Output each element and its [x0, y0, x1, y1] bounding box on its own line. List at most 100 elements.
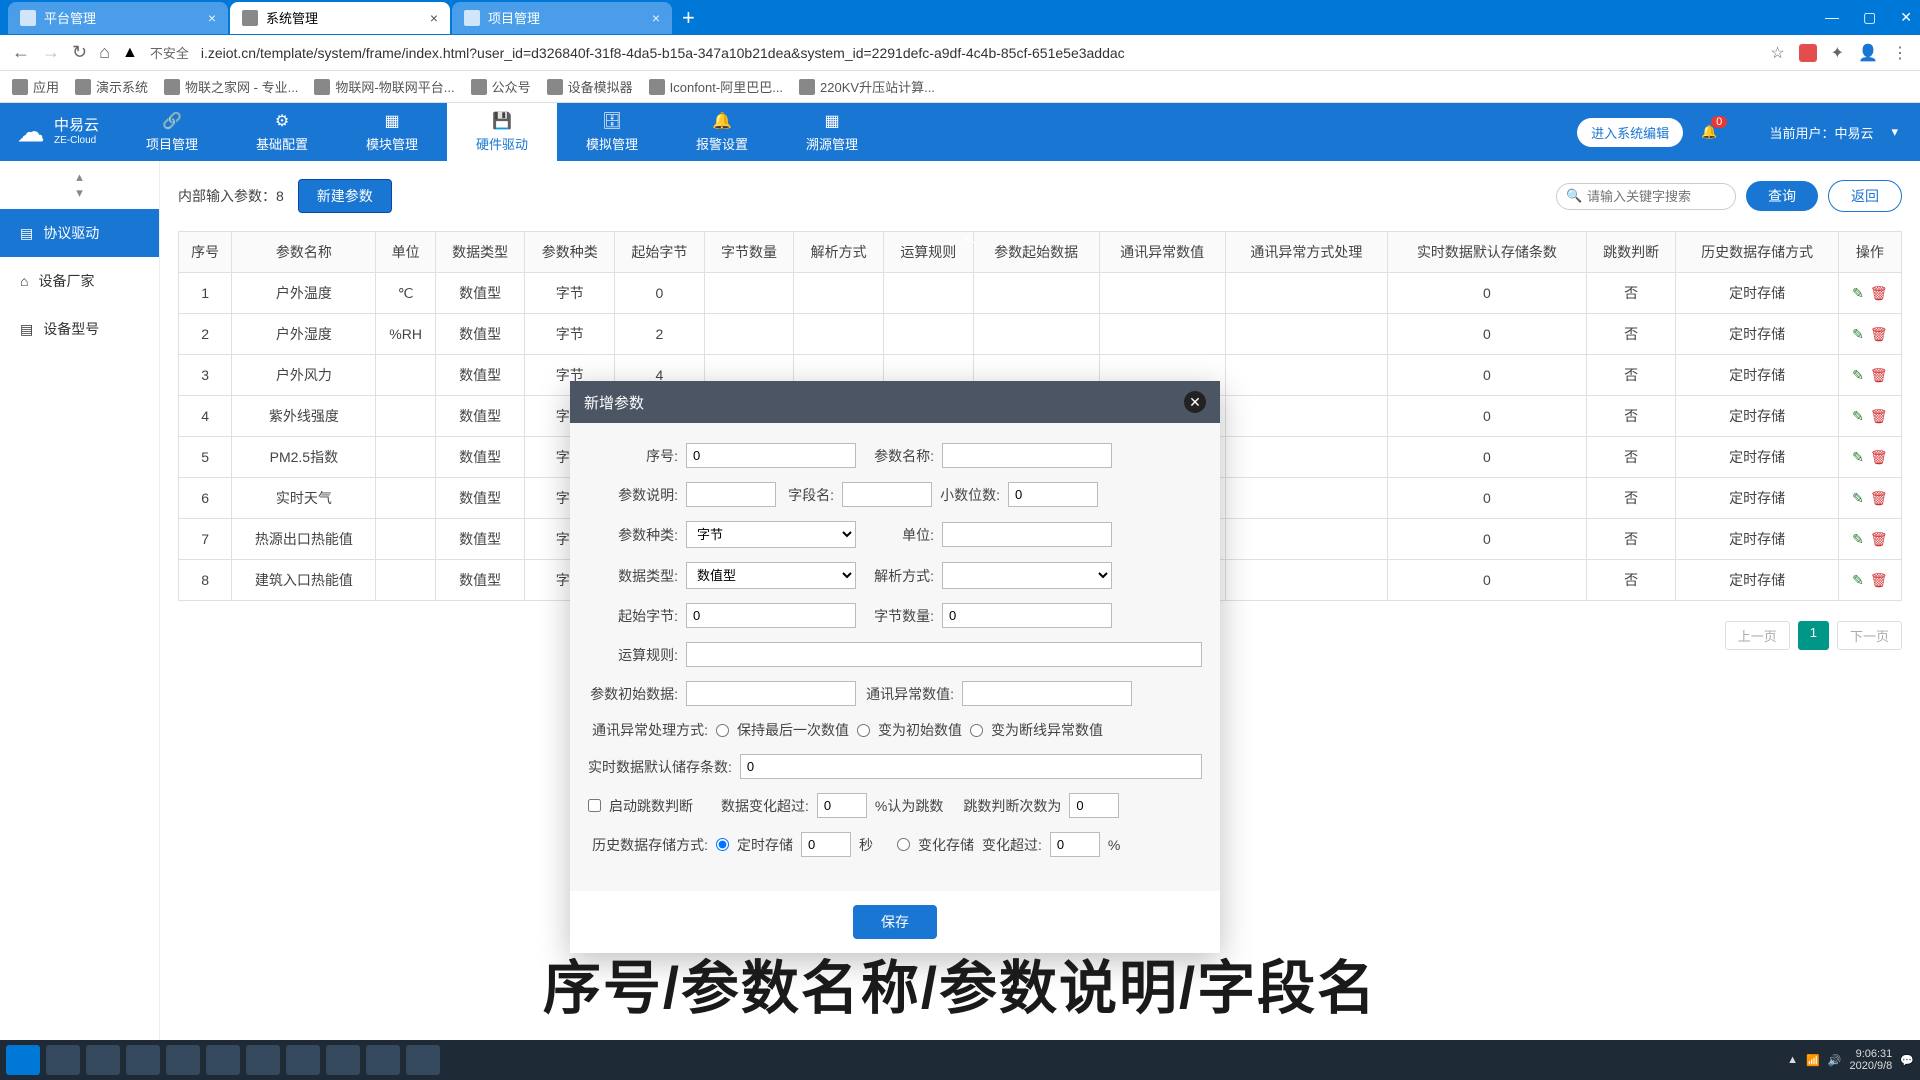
- bookmark-item[interactable]: 演示系统: [75, 77, 148, 96]
- next-page-button[interactable]: 下一页: [1837, 621, 1902, 650]
- taskbar-icon[interactable]: [246, 1045, 280, 1075]
- clock[interactable]: 9:06:312020/9/8: [1849, 1048, 1892, 1072]
- seq-input[interactable]: [686, 443, 856, 468]
- bookmark-apps[interactable]: 应用: [12, 77, 59, 96]
- bookmark-item[interactable]: 220KV升压站计算...: [799, 77, 935, 96]
- tray-icon[interactable]: 📶: [1806, 1054, 1820, 1067]
- rule-input[interactable]: [686, 642, 1202, 667]
- edit-icon[interactable]: ✎: [1852, 490, 1864, 506]
- nav-item-0[interactable]: 🔗项目管理: [117, 103, 227, 161]
- home-icon[interactable]: ⌂: [99, 42, 110, 63]
- bookmark-item[interactable]: 物联之家网 - 专业...: [164, 77, 298, 96]
- delete-icon[interactable]: 🗑: [1870, 449, 1888, 465]
- dtype-select[interactable]: 数值型: [686, 562, 856, 589]
- chevron-down-icon[interactable]: ▾: [1891, 124, 1898, 140]
- sidebar-toggle[interactable]: ▴▾: [0, 161, 159, 209]
- back-icon[interactable]: ←: [12, 42, 30, 63]
- radio-hist-change[interactable]: [897, 838, 910, 851]
- url-text[interactable]: i.zeiot.cn/template/system/frame/index.h…: [201, 45, 1759, 61]
- delete-icon[interactable]: 🗑: [1870, 326, 1888, 342]
- profile-icon[interactable]: 👤: [1858, 43, 1878, 63]
- radio-break[interactable]: [970, 724, 983, 737]
- close-icon[interactable]: ×: [652, 10, 660, 26]
- edit-icon[interactable]: ✎: [1852, 572, 1864, 588]
- radio-hist-timed[interactable]: [716, 838, 729, 851]
- minimize-icon[interactable]: —: [1825, 9, 1839, 26]
- close-window-icon[interactable]: ✕: [1900, 9, 1912, 26]
- taskbar-icon[interactable]: [126, 1045, 160, 1075]
- count-input[interactable]: [942, 603, 1112, 628]
- delete-icon[interactable]: 🗑: [1870, 531, 1888, 547]
- new-tab-button[interactable]: +: [682, 5, 695, 31]
- menu-icon[interactable]: ⋮: [1892, 43, 1908, 63]
- kind-select[interactable]: 字节: [686, 521, 856, 548]
- close-icon[interactable]: ×: [430, 10, 438, 26]
- reload-icon[interactable]: ↻: [72, 42, 87, 63]
- nav-item-6[interactable]: ▦溯源管理: [777, 103, 887, 161]
- taskbar-icon[interactable]: [86, 1045, 120, 1075]
- bookmark-item[interactable]: Iconfont-阿里巴巴...: [649, 77, 783, 96]
- enter-system-button[interactable]: 进入系统编辑: [1577, 118, 1683, 147]
- new-param-button[interactable]: 新建参数: [298, 179, 392, 213]
- init-input[interactable]: [686, 681, 856, 706]
- jump-enable-checkbox[interactable]: [588, 799, 601, 812]
- nav-item-4[interactable]: 🗄模拟管理: [557, 103, 667, 161]
- edit-icon[interactable]: ✎: [1852, 408, 1864, 424]
- bookmark-item[interactable]: 公众号: [471, 77, 531, 96]
- commerr-input[interactable]: [962, 681, 1132, 706]
- delete-icon[interactable]: 🗑: [1870, 572, 1888, 588]
- sidebar-item-2[interactable]: ▤设备型号: [0, 305, 159, 353]
- notifications-button[interactable]: 🔔0: [1701, 124, 1717, 140]
- jump-times-input[interactable]: [1069, 793, 1119, 818]
- radio-init[interactable]: [857, 724, 870, 737]
- dialog-close-button[interactable]: ✕: [1184, 391, 1206, 413]
- radio-keep[interactable]: [716, 724, 729, 737]
- save-button[interactable]: 保存: [853, 905, 937, 939]
- tray-icon[interactable]: 🔊: [1828, 1054, 1842, 1067]
- tab-project[interactable]: 项目管理×: [452, 2, 672, 34]
- taskbar-icon[interactable]: [166, 1045, 200, 1075]
- edit-icon[interactable]: ✎: [1852, 285, 1864, 301]
- bookmark-item[interactable]: 设备模拟器: [547, 77, 633, 96]
- start-button[interactable]: [6, 1045, 40, 1075]
- sidebar-item-1[interactable]: ⌂设备厂家: [0, 257, 159, 305]
- taskview-icon[interactable]: [46, 1045, 80, 1075]
- nav-item-3[interactable]: 💾硬件驱动: [447, 103, 557, 161]
- back-button[interactable]: 返回: [1828, 180, 1902, 212]
- edit-icon[interactable]: ✎: [1852, 531, 1864, 547]
- name-input[interactable]: [942, 443, 1112, 468]
- edit-icon[interactable]: ✎: [1852, 449, 1864, 465]
- edit-icon[interactable]: ✎: [1852, 326, 1864, 342]
- extension-icon[interactable]: [1799, 44, 1817, 62]
- parse-select[interactable]: [942, 562, 1112, 589]
- change-over-input[interactable]: [817, 793, 867, 818]
- extensions-icon[interactable]: ✦: [1831, 43, 1844, 63]
- sidebar-item-0[interactable]: ▤协议驱动: [0, 209, 159, 257]
- hist-pct-input[interactable]: [1050, 832, 1100, 857]
- decimal-input[interactable]: [1008, 482, 1098, 507]
- notification-center-icon[interactable]: 💬: [1900, 1054, 1914, 1067]
- delete-icon[interactable]: 🗑: [1870, 490, 1888, 506]
- taskbar-icon[interactable]: [206, 1045, 240, 1075]
- rtcount-input[interactable]: [740, 754, 1202, 779]
- hist-sec-input[interactable]: [801, 832, 851, 857]
- dialog-header[interactable]: 新增参数 ✕: [570, 381, 1220, 423]
- current-user-label[interactable]: 当前用户：中易云: [1769, 123, 1873, 142]
- search-input[interactable]: [1556, 183, 1736, 210]
- bookmark-item[interactable]: 物联网-物联网平台...: [314, 77, 454, 96]
- desc-input[interactable]: [686, 482, 776, 507]
- star-icon[interactable]: ☆: [1770, 43, 1784, 63]
- taskbar-icon[interactable]: [406, 1045, 440, 1075]
- tab-system[interactable]: 系统管理×: [230, 2, 450, 34]
- maximize-icon[interactable]: ▢: [1863, 9, 1876, 26]
- taskbar-icon[interactable]: [286, 1045, 320, 1075]
- close-icon[interactable]: ×: [208, 10, 216, 26]
- delete-icon[interactable]: 🗑: [1870, 285, 1888, 301]
- field-input[interactable]: [842, 482, 932, 507]
- nav-item-1[interactable]: ⚙基础配置: [227, 103, 337, 161]
- current-page[interactable]: 1: [1798, 621, 1829, 650]
- forward-icon[interactable]: →: [42, 42, 60, 63]
- taskbar-icon[interactable]: [366, 1045, 400, 1075]
- start-input[interactable]: [686, 603, 856, 628]
- nav-item-5[interactable]: 🔔报警设置: [667, 103, 777, 161]
